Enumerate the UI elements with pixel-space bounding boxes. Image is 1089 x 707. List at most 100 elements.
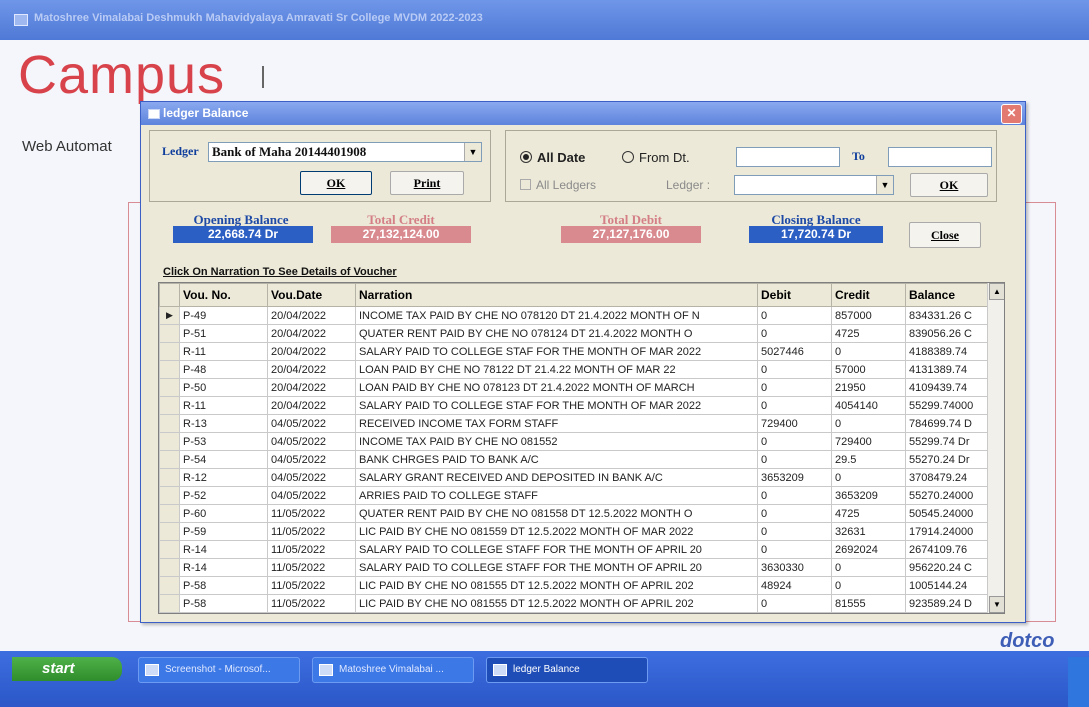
table-cell[interactable]: P-60	[179, 504, 268, 523]
table-cell[interactable]: 5027446	[757, 342, 832, 361]
table-row[interactable]: R-11 20/04/2022 SALARY PAID TO COLLEGE STA…	[159, 342, 988, 361]
filter-ok-button[interactable]: OK	[910, 173, 988, 197]
row-indicator[interactable]	[159, 396, 180, 415]
row-indicator[interactable]	[159, 432, 180, 451]
table-cell[interactable]: QUATER RENT PAID BY CHE NO 078124 DT 21.…	[355, 324, 758, 343]
column-header[interactable]: Debit	[757, 283, 832, 307]
table-cell[interactable]: 20/04/2022	[267, 306, 356, 325]
table-cell[interactable]: 04/05/2022	[267, 432, 356, 451]
table-cell[interactable]: 11/05/2022	[267, 594, 356, 613]
table-cell[interactable]: 0	[757, 378, 832, 397]
table-row[interactable]: P-53 04/05/2022 INCOME TAX PAID BY CHE NO …	[159, 432, 988, 451]
table-cell[interactable]: 81555	[831, 594, 906, 613]
table-cell[interactable]: 0	[831, 558, 906, 577]
table-row[interactable]: R-11 20/04/2022 SALARY PAID TO COLLEGE STA…	[159, 396, 988, 415]
table-cell[interactable]: SALARY PAID TO COLLEGE STAF FOR THE MONT…	[355, 396, 758, 415]
table-cell[interactable]: 20/04/2022	[267, 342, 356, 361]
table-cell[interactable]: 0	[757, 432, 832, 451]
column-header[interactable]: Vou. No.	[179, 283, 268, 307]
table-cell[interactable]: 0	[831, 576, 906, 595]
table-cell[interactable]: P-49	[179, 306, 268, 325]
table-cell[interactable]: 4131389.74	[905, 360, 988, 379]
row-indicator[interactable]	[159, 522, 180, 541]
table-cell[interactable]: 21950	[831, 378, 906, 397]
row-indicator[interactable]	[159, 594, 180, 613]
vertical-scrollbar[interactable]: ▲ ▼	[987, 283, 1004, 613]
table-cell[interactable]: SALARY PAID TO COLLEGE STAFF FOR THE MON…	[355, 558, 758, 577]
table-row[interactable]: P-60 11/05/2022 QUATER RENT PAID BY CHE NO…	[159, 504, 988, 523]
table-cell[interactable]: SALARY GRANT RECEIVED AND DEPOSITED IN B…	[355, 468, 758, 487]
table-cell[interactable]: 956220.24 C	[905, 558, 988, 577]
table-cell[interactable]: SALARY PAID TO COLLEGE STAFF FOR THE MON…	[355, 540, 758, 559]
table-cell[interactable]: 0	[757, 594, 832, 613]
table-cell[interactable]: 2674109.76	[905, 540, 988, 559]
print-button[interactable]: Print	[390, 171, 464, 195]
table-cell[interactable]: 29.5	[831, 450, 906, 469]
table-cell[interactable]: 11/05/2022	[267, 576, 356, 595]
table-cell[interactable]: P-50	[179, 378, 268, 397]
column-header[interactable]: Vou.Date	[267, 283, 356, 307]
table-cell[interactable]: INCOME TAX PAID BY CHE NO 081552	[355, 432, 758, 451]
table-cell[interactable]: 0	[831, 342, 906, 361]
table-cell[interactable]: 48924	[757, 576, 832, 595]
table-row[interactable]: P-48 20/04/2022 LOAN PAID BY CHE NO 78122 …	[159, 360, 988, 379]
table-cell[interactable]: 0	[757, 306, 832, 325]
table-cell[interactable]: ARRIES PAID TO COLLEGE STAFF	[355, 486, 758, 505]
table-cell[interactable]: 04/05/2022	[267, 414, 356, 433]
table-cell[interactable]: 0	[757, 324, 832, 343]
table-cell[interactable]: P-53	[179, 432, 268, 451]
column-header[interactable]: Credit	[831, 283, 906, 307]
table-row[interactable]: ▶ P-49 20/04/2022 INCOME TAX PAID BY CHE NO…	[159, 306, 988, 325]
row-indicator[interactable]	[159, 468, 180, 487]
table-cell[interactable]: 1005144.24	[905, 576, 988, 595]
table-cell[interactable]: 17914.24000	[905, 522, 988, 541]
table-cell[interactable]: 923589.24 D	[905, 594, 988, 613]
from-date-input[interactable]	[736, 147, 840, 167]
table-cell[interactable]: LIC PAID BY CHE NO 081555 DT 12.5.2022 M…	[355, 576, 758, 595]
column-header[interactable]: Narration	[355, 283, 758, 307]
table-cell[interactable]: P-48	[179, 360, 268, 379]
table-cell[interactable]: 11/05/2022	[267, 522, 356, 541]
table-cell[interactable]: BANK CHRGES PAID TO BANK A/C	[355, 450, 758, 469]
table-cell[interactable]: 55299.74 Dr	[905, 432, 988, 451]
table-cell[interactable]: QUATER RENT PAID BY CHE NO 081558 DT 12.…	[355, 504, 758, 523]
table-cell[interactable]: 729400	[757, 414, 832, 433]
close-icon[interactable]: ✕	[1001, 104, 1022, 124]
all-date-radio[interactable]: All Date	[520, 150, 585, 165]
row-indicator[interactable]	[159, 504, 180, 523]
table-cell[interactable]: 4188389.74	[905, 342, 988, 361]
table-row[interactable]: P-51 20/04/2022 QUATER RENT PAID BY CHE NO…	[159, 324, 988, 343]
row-indicator[interactable]	[159, 450, 180, 469]
table-cell[interactable]: 20/04/2022	[267, 378, 356, 397]
table-cell[interactable]: 0	[757, 522, 832, 541]
start-button[interactable]: start	[12, 657, 122, 681]
table-cell[interactable]: R-13	[179, 414, 268, 433]
table-cell[interactable]: P-58	[179, 576, 268, 595]
table-cell[interactable]: 4109439.74	[905, 378, 988, 397]
table-row[interactable]: P-58 11/05/2022 LIC PAID BY CHE NO 081555 …	[159, 576, 988, 595]
table-cell[interactable]: LOAN PAID BY CHE NO 78122 DT 21.4.22 MON…	[355, 360, 758, 379]
table-cell[interactable]: 0	[757, 360, 832, 379]
row-indicator[interactable]	[159, 576, 180, 595]
chevron-down-icon[interactable]: ▼	[464, 143, 481, 161]
table-cell[interactable]: R-11	[179, 396, 268, 415]
table-cell[interactable]: 0	[757, 396, 832, 415]
close-button[interactable]: Close	[909, 222, 981, 248]
table-cell[interactable]: P-54	[179, 450, 268, 469]
table-cell[interactable]: P-51	[179, 324, 268, 343]
row-indicator[interactable]	[159, 414, 180, 433]
table-cell[interactable]: 3653209	[831, 486, 906, 505]
table-cell[interactable]: R-12	[179, 468, 268, 487]
table-cell[interactable]: 4054140	[831, 396, 906, 415]
voucher-grid[interactable]: Vou. No. Vou.Date Narration Debit Credit…	[158, 282, 1005, 614]
table-cell[interactable]: 0	[831, 414, 906, 433]
row-indicator[interactable]	[159, 378, 180, 397]
table-cell[interactable]: P-52	[179, 486, 268, 505]
table-cell[interactable]: 55299.74000	[905, 396, 988, 415]
row-indicator[interactable]	[159, 486, 180, 505]
row-indicator[interactable]	[159, 540, 180, 559]
table-cell[interactable]: 784699.74 D	[905, 414, 988, 433]
table-cell[interactable]: 04/05/2022	[267, 468, 356, 487]
chevron-down-icon[interactable]: ▼	[876, 176, 893, 194]
row-indicator[interactable]	[159, 558, 180, 577]
